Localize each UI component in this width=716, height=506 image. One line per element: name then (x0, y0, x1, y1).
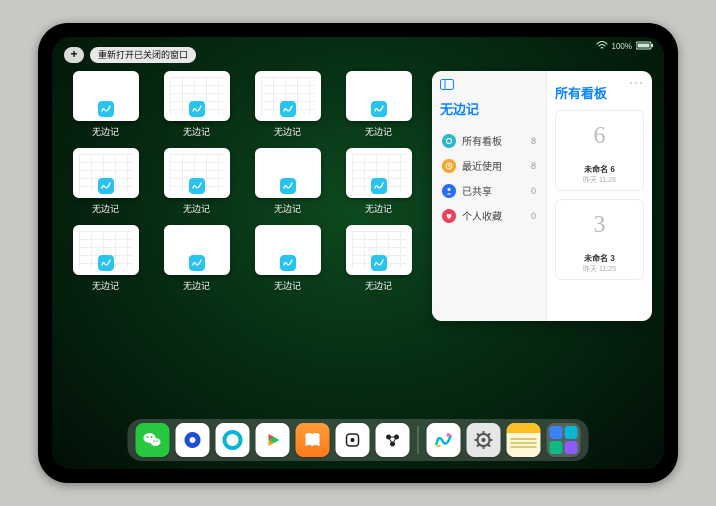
freeform-icon[interactable] (427, 423, 461, 457)
sidebar-item-label: 已共享 (462, 183, 492, 198)
app-window-label: 无边记 (183, 202, 210, 215)
notes-icon[interactable] (507, 423, 541, 457)
app-badge-icon (371, 101, 387, 117)
wifi-icon (596, 41, 608, 52)
more-button[interactable]: ··· (629, 75, 644, 89)
sidebar-item-label: 个人收藏 (462, 208, 502, 223)
app-badge-icon (98, 101, 114, 117)
atoms-icon[interactable] (376, 423, 410, 457)
board-date: 昨天 11:25 (562, 264, 637, 274)
board-thumbnail[interactable]: 6 未命名 6昨天 11:26 (555, 110, 644, 191)
circle-icon (442, 134, 456, 148)
app-window-thumbnail[interactable]: 无边记 (246, 225, 329, 292)
freeform-side-panel: 无边记 所有看板8最近使用8已共享0个人收藏0 ··· 所有看板 6未命名 6昨… (432, 71, 652, 321)
app-window-label: 无边记 (365, 125, 392, 138)
app-window-label: 无边记 (274, 202, 301, 215)
app-window-label: 无边记 (183, 125, 210, 138)
ipad-frame: 100% + 重新打开已关闭的窗口 无边记无边记无边记无边记无边记无边记无边记无… (38, 23, 678, 483)
play-icon[interactable] (256, 423, 290, 457)
app-window-label: 无边记 (365, 279, 392, 292)
board-canvas-preview: 6 (556, 111, 643, 161)
app-window-thumbnail[interactable]: 无边记 (155, 148, 238, 215)
sidebar-toggle-icon[interactable] (440, 79, 538, 93)
app-window-label: 无边记 (274, 125, 301, 138)
app-window-thumbnail[interactable]: 无边记 (64, 225, 147, 292)
app-badge-icon (189, 178, 205, 194)
board-thumbnail[interactable]: 3 未命名 3昨天 11:25 (555, 199, 644, 280)
window-grid: 无边记无边记无边记无边记无边记无边记无边记无边记无边记无边记无边记无边记 (64, 71, 426, 419)
app-badge-icon (98, 178, 114, 194)
sidebar-item-label: 所有看板 (462, 133, 502, 148)
sidebar-item[interactable]: 所有看板 8 (440, 128, 538, 153)
clock-icon (442, 159, 456, 173)
sidebar-item-count: 0 (531, 211, 536, 221)
battery-label: 100% (612, 42, 632, 51)
app-badge-icon (371, 255, 387, 271)
sidebar-item-count: 8 (531, 136, 536, 146)
heart-icon (442, 209, 456, 223)
panel-sidebar: 无边记 所有看板 8 最近使用 8 已共享 0 个人收藏 0 (432, 71, 547, 321)
app-window-label: 无边记 (92, 125, 119, 138)
screen: 100% + 重新打开已关闭的窗口 无边记无边记无边记无边记无边记无边记无边记无… (52, 37, 664, 469)
app-window-thumbnail[interactable]: 无边记 (337, 148, 420, 215)
app-badge-icon (189, 101, 205, 117)
app-window-thumbnail[interactable]: 无边记 (155, 71, 238, 138)
sidebar-item-count: 0 (531, 186, 536, 196)
browser2-icon[interactable] (216, 423, 250, 457)
sidebar-item[interactable]: 已共享 0 (440, 178, 538, 203)
app-window-thumbnail[interactable]: 无边记 (64, 148, 147, 215)
app-window-thumbnail[interactable]: 无边记 (64, 71, 147, 138)
dock-separator (418, 426, 419, 454)
sidebar-item-count: 8 (531, 161, 536, 171)
wechat-icon[interactable] (136, 423, 170, 457)
app-window-thumbnail[interactable]: 无边记 (246, 148, 329, 215)
books-icon[interactable] (296, 423, 330, 457)
app-window-thumbnail[interactable]: 无边记 (246, 71, 329, 138)
status-bar: 100% (596, 41, 654, 52)
board-date: 昨天 11:26 (562, 175, 637, 185)
dice-icon[interactable] (336, 423, 370, 457)
app-library-icon[interactable] (547, 423, 581, 457)
app-window-thumbnail[interactable]: 无边记 (155, 225, 238, 292)
app-badge-icon (280, 255, 296, 271)
app-window-label: 无边记 (274, 279, 301, 292)
battery-icon (636, 41, 654, 52)
panel-left-title: 无边记 (440, 99, 538, 118)
top-controls: + 重新打开已关闭的窗口 (64, 47, 196, 63)
person-icon (442, 184, 456, 198)
app-window-label: 无边记 (92, 202, 119, 215)
app-window-thumbnail[interactable]: 无边记 (337, 225, 420, 292)
board-name: 未命名 3 (562, 253, 637, 264)
board-name: 未命名 6 (562, 164, 637, 175)
browser1-icon[interactable] (176, 423, 210, 457)
settings-icon[interactable] (467, 423, 501, 457)
app-window-thumbnail[interactable]: 无边记 (337, 71, 420, 138)
sidebar-item[interactable]: 最近使用 8 (440, 153, 538, 178)
board-canvas-preview: 3 (556, 200, 643, 250)
app-badge-icon (98, 255, 114, 271)
add-window-button[interactable]: + (64, 47, 84, 63)
app-badge-icon (280, 178, 296, 194)
app-window-label: 无边记 (183, 279, 210, 292)
panel-main: ··· 所有看板 6未命名 6昨天 11:263未命名 3昨天 11:25 (547, 71, 652, 321)
app-badge-icon (371, 178, 387, 194)
app-window-label: 无边记 (92, 279, 119, 292)
reopen-closed-window-button[interactable]: 重新打开已关闭的窗口 (90, 47, 196, 63)
app-window-label: 无边记 (365, 202, 392, 215)
sidebar-item[interactable]: 个人收藏 0 (440, 203, 538, 228)
sidebar-item-label: 最近使用 (462, 158, 502, 173)
app-badge-icon (280, 101, 296, 117)
app-badge-icon (189, 255, 205, 271)
dock (128, 419, 589, 461)
content-area: 无边记无边记无边记无边记无边记无边记无边记无边记无边记无边记无边记无边记 无边记… (52, 71, 664, 419)
